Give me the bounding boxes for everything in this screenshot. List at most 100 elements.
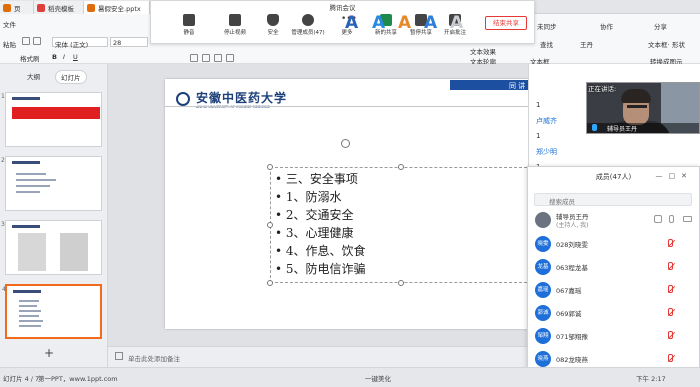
font-name-select[interactable]: 宋体 (正文) <box>52 37 108 49</box>
theme-name: 第一PPT，www.1ppt.com <box>38 375 118 383</box>
tab-document[interactable]: 暑假安全.pptx <box>84 1 150 14</box>
video-speaker-name: 辅导员王丹 <box>607 126 638 133</box>
slide-thumbnail-3[interactable]: 3 <box>1 220 102 275</box>
muted-mic-icon[interactable] <box>668 308 673 316</box>
chat-line: 1 <box>536 101 541 109</box>
manage-members-button[interactable]: 管理成员(47) <box>291 14 325 36</box>
align-right-icon[interactable] <box>214 54 222 62</box>
stop-video-button[interactable]: 停止视频 <box>221 14 249 36</box>
wordart-style-1[interactable]: A <box>345 14 358 32</box>
security-label: 安全 <box>267 30 279 36</box>
resize-handle[interactable] <box>267 280 273 286</box>
underline-button[interactable]: U <box>73 53 78 61</box>
font-size-select[interactable]: 28 <box>110 37 148 47</box>
tab-home[interactable]: 页 <box>0 1 34 14</box>
tab-outline[interactable]: 大纲 <box>22 70 45 82</box>
sync-status[interactable]: 未同步 <box>537 21 557 31</box>
resize-handle[interactable] <box>267 222 273 228</box>
thumbnail-text <box>16 185 50 187</box>
end-share-button[interactable]: 结束共享 <box>485 16 527 30</box>
copy-icon[interactable] <box>33 37 41 45</box>
wordart-style-5[interactable]: A <box>450 14 463 32</box>
thumbnail-text <box>19 320 43 322</box>
member-row[interactable]: 晓燕 082龙晓燕 <box>528 349 700 369</box>
align-center-icon[interactable] <box>202 54 210 62</box>
microphone-icon <box>183 14 195 26</box>
beautify-button[interactable]: 一键美化 <box>365 373 391 383</box>
bullet-textbox[interactable]: • 三、安全事项 • 1、防溺水 • 2、交通安全 • 3、心理健康 • 4、作… <box>267 164 532 286</box>
shield-icon <box>267 14 279 26</box>
resize-handle[interactable] <box>398 164 404 170</box>
format-painter-button[interactable]: 格式刷 <box>20 53 40 63</box>
slide-header-text: 同 讲 <box>509 82 526 90</box>
chat-icon[interactable] <box>654 215 662 223</box>
member-row[interactable]: 郭诚 069郭诚 <box>528 303 700 323</box>
textbox-button[interactable]: 文本框· <box>648 39 670 49</box>
rotate-handle-icon[interactable] <box>341 139 350 148</box>
thumbnail-text <box>19 315 39 317</box>
slide-thumbnail-panel: 大纲 幻灯片 1 2 3 4 + <box>0 64 108 367</box>
bullet-text: 2、交通安全 <box>285 208 354 222</box>
muted-mic-icon[interactable] <box>668 331 673 339</box>
panel-window-controls[interactable]: —□✕ <box>656 172 693 180</box>
collab-button[interactable]: 协作 <box>600 21 613 31</box>
slide-number: 2 <box>1 157 5 164</box>
mute-label: 静音 <box>183 30 195 36</box>
bold-button[interactable]: B <box>52 53 57 61</box>
member-role: (主持人, 我) <box>556 222 589 229</box>
bullet-text: 3、心理健康 <box>285 226 354 240</box>
thumbnail-text <box>19 310 41 312</box>
tab-label: 稻壳模板 <box>48 5 74 13</box>
align-left-icon[interactable] <box>190 54 198 62</box>
slide-thumbnail-4[interactable]: 4 <box>2 284 102 339</box>
thumbnail-document-image <box>60 233 88 271</box>
resize-handle[interactable] <box>267 164 273 170</box>
chat-line: 1 <box>536 132 541 140</box>
member-name: 067嘉瑶 <box>556 287 582 295</box>
slide-thumbnail-2[interactable]: 2 <box>1 156 102 211</box>
camera-icon[interactable] <box>683 216 692 222</box>
member-row[interactable]: 嘉瑶 067嘉瑶 <box>528 280 700 300</box>
justify-icon[interactable] <box>226 54 234 62</box>
microphone-icon[interactable] <box>669 215 674 223</box>
thumbnail-document-image <box>18 233 46 271</box>
chat-sender[interactable]: 卢威齐 <box>536 116 557 126</box>
find-button[interactable]: 查找 <box>540 39 553 49</box>
file-menu[interactable]: 文件 <box>3 19 16 29</box>
bullet-text: 三、安全事项 <box>285 172 358 186</box>
wordart-style-2[interactable]: A <box>372 14 385 32</box>
chat-sender[interactable]: 郑少明 <box>536 147 557 157</box>
thumbnail-text <box>19 325 41 327</box>
resize-handle[interactable] <box>398 280 404 286</box>
muted-mic-icon[interactable] <box>668 262 673 270</box>
italic-button[interactable]: I <box>63 53 65 61</box>
member-row[interactable]: 邹翔 071邹翔豫 <box>528 326 700 346</box>
paste-button[interactable]: 粘贴 <box>3 39 16 49</box>
mute-button[interactable]: 静音 <box>175 14 203 36</box>
muted-mic-icon[interactable] <box>668 285 673 293</box>
user-name[interactable]: 王丹 <box>580 39 593 49</box>
bullet-item: • 4、作息、饮食 <box>275 244 366 258</box>
tab-slides[interactable]: 幻灯片 <box>55 70 87 84</box>
avatar: 晓燕 <box>535 351 551 367</box>
wordart-style-4[interactable]: A <box>424 14 437 32</box>
text-effect-button[interactable]: 文本效果 <box>470 46 496 56</box>
share-button[interactable]: 分享 <box>654 21 667 31</box>
muted-mic-icon[interactable] <box>668 239 673 247</box>
member-row[interactable]: 晓雯 028刘晓雯 <box>528 234 700 254</box>
slide-thumbnail-1[interactable]: 1 <box>1 92 102 147</box>
muted-mic-icon[interactable] <box>668 354 673 362</box>
member-row[interactable]: 龙基 063程龙基 <box>528 257 700 277</box>
wordart-style-3[interactable]: A <box>398 14 411 32</box>
bullet-item: • 5、防电信诈骗 <box>275 262 366 276</box>
slide-canvas[interactable]: 同 讲 安徽中医药大学 ANHUI UNIVERSITY OF CHINESE … <box>165 79 536 329</box>
notes-pane[interactable]: 单击此处添加备注 <box>108 346 528 367</box>
member-search-input[interactable]: 搜索成员 <box>534 193 692 206</box>
shape-button[interactable]: 形状 <box>672 39 685 49</box>
add-slide-icon[interactable]: + <box>44 346 54 360</box>
security-button[interactable]: 安全 <box>259 14 287 36</box>
tab-templates[interactable]: 稻壳模板 <box>34 1 84 14</box>
cut-icon[interactable] <box>22 37 30 45</box>
member-row-host[interactable]: 辅导员王丹 (主持人, 我) <box>528 210 700 230</box>
header-divider <box>165 106 536 107</box>
